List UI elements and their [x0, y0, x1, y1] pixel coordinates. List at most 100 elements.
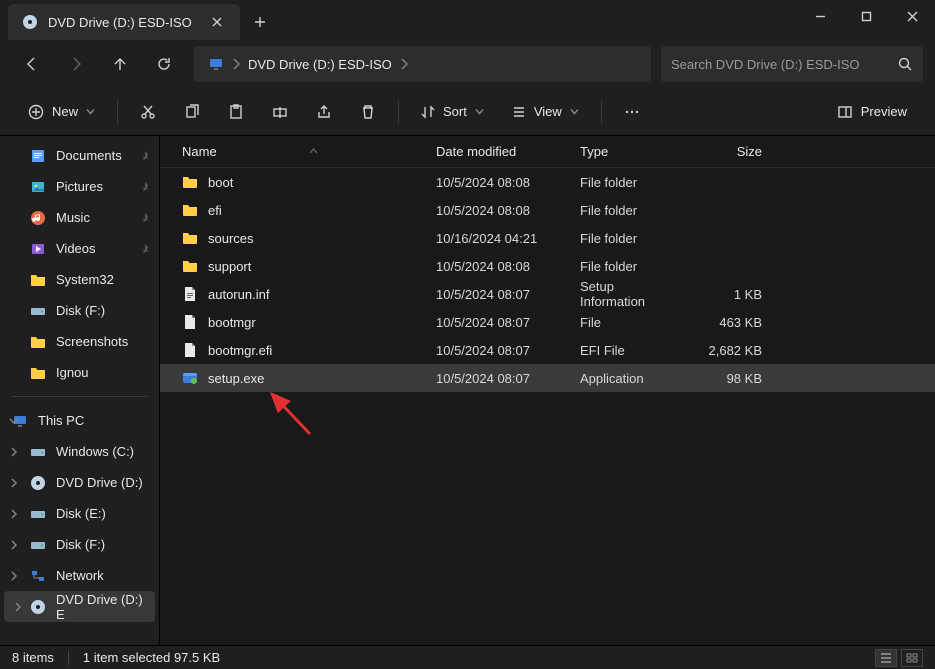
status-selection: 1 item selected 97.5 KB — [83, 650, 220, 665]
file-row[interactable]: bootmgr.efi 10/5/2024 08:07 EFI File 2,6… — [160, 336, 935, 364]
sidebar-item-label: Pictures — [56, 179, 103, 194]
new-tab-button[interactable] — [240, 4, 280, 40]
chevron-down-icon — [8, 415, 20, 427]
sidebar-item-label: Music — [56, 210, 90, 225]
file-name: bootmgr — [208, 315, 256, 330]
chevron-down-icon — [570, 107, 579, 116]
delete-button[interactable] — [348, 94, 388, 130]
preview-button[interactable]: Preview — [825, 94, 919, 130]
view-button[interactable]: View — [500, 94, 591, 130]
status-bar: 8 items 1 item selected 97.5 KB — [0, 645, 935, 669]
details-view-button[interactable] — [875, 649, 897, 667]
pin-icon — [139, 150, 151, 162]
file-row[interactable]: efi 10/5/2024 08:08 File folder — [160, 196, 935, 224]
breadcrumb[interactable]: DVD Drive (D:) ESD-ISO — [194, 46, 651, 82]
file-size: 463 KB — [690, 315, 770, 330]
forward-button[interactable] — [56, 46, 96, 82]
column-name[interactable]: Name — [174, 136, 428, 167]
cut-button[interactable] — [128, 94, 168, 130]
file-row[interactable]: bootmgr 10/5/2024 08:07 File 463 KB — [160, 308, 935, 336]
file-row[interactable]: autorun.inf 10/5/2024 08:07 Setup Inform… — [160, 280, 935, 308]
toolbar: New Sort View Preview — [0, 88, 935, 136]
file-type: File folder — [572, 259, 690, 274]
chevron-right-icon — [8, 539, 20, 551]
sidebar-item-screenshots[interactable]: Screenshots — [0, 326, 159, 357]
file-name: efi — [208, 203, 222, 218]
up-button[interactable] — [100, 46, 140, 82]
folder-icon — [30, 272, 46, 288]
sidebar-selected-drive[interactable]: DVD Drive (D:) E — [4, 591, 155, 622]
sidebar-item-label: Videos — [56, 241, 96, 256]
sidebar-network[interactable]: Network — [0, 560, 159, 591]
sidebar-item-ignou[interactable]: Ignou — [0, 357, 159, 388]
file-date: 10/5/2024 08:08 — [428, 175, 572, 190]
file-row[interactable]: support 10/5/2024 08:08 File folder — [160, 252, 935, 280]
new-button[interactable]: New — [16, 94, 107, 130]
sidebar-item-music[interactable]: Music — [0, 202, 159, 233]
file-size: 1 KB — [690, 287, 770, 302]
sort-icon — [421, 105, 435, 119]
sidebar-drive-diske[interactable]: Disk (E:) — [0, 498, 159, 529]
sidebar-item-diskf[interactable]: Disk (F:) — [0, 295, 159, 326]
sidebar-drive-windowsc[interactable]: Windows (C:) — [0, 436, 159, 467]
titlebar: DVD Drive (D:) ESD-ISO — [0, 0, 935, 40]
sort-button[interactable]: Sort — [409, 94, 496, 130]
sidebar-drive-diskf[interactable]: Disk (F:) — [0, 529, 159, 560]
paste-button[interactable] — [216, 94, 256, 130]
file-name: bootmgr.efi — [208, 343, 272, 358]
plus-circle-icon — [28, 104, 44, 120]
file-row[interactable]: boot 10/5/2024 08:08 File folder — [160, 168, 935, 196]
breadcrumb-location[interactable]: DVD Drive (D:) ESD-ISO — [240, 46, 400, 82]
chevron-right-icon — [12, 601, 24, 613]
column-type[interactable]: Type — [572, 136, 690, 167]
folder-icon — [30, 365, 46, 381]
active-tab[interactable]: DVD Drive (D:) ESD-ISO — [8, 4, 240, 40]
file-name: setup.exe — [208, 371, 264, 386]
sidebar-thispc[interactable]: This PC — [0, 405, 159, 436]
file-row[interactable]: setup.exe 10/5/2024 08:07 Application 98… — [160, 364, 935, 392]
file-type: EFI File — [572, 343, 690, 358]
separator — [117, 100, 118, 124]
copy-button[interactable] — [172, 94, 212, 130]
minimize-button[interactable] — [797, 0, 843, 32]
more-button[interactable] — [612, 94, 652, 130]
trash-icon — [360, 104, 376, 120]
close-tab-button[interactable] — [208, 13, 226, 31]
pic-icon — [30, 179, 46, 195]
breadcrumb-root[interactable] — [200, 46, 232, 82]
video-icon — [30, 241, 46, 257]
sidebar-item-videos[interactable]: Videos — [0, 233, 159, 264]
icons-view-button[interactable] — [901, 649, 923, 667]
folder-icon — [182, 258, 198, 274]
rename-icon — [272, 104, 288, 120]
drive-icon — [30, 506, 46, 522]
share-icon — [316, 104, 332, 120]
sidebar-item-documents[interactable]: Documents — [0, 140, 159, 171]
sidebar-item-pictures[interactable]: Pictures — [0, 171, 159, 202]
rename-button[interactable] — [260, 94, 300, 130]
file-list[interactable]: Name Date modified Type Size boot 10/5/2… — [160, 136, 935, 645]
disc-icon — [22, 14, 38, 30]
refresh-button[interactable] — [144, 46, 184, 82]
file-date: 10/5/2024 08:07 — [428, 343, 572, 358]
sidebar-item-system32[interactable]: System32 — [0, 264, 159, 295]
chevron-right-icon[interactable] — [400, 58, 408, 70]
file-ini-icon — [182, 286, 198, 302]
maximize-button[interactable] — [843, 0, 889, 32]
chevron-down-icon — [475, 107, 484, 116]
sidebar[interactable]: Documents Pictures Music Videos System32… — [0, 136, 160, 645]
sort-asc-icon — [309, 147, 318, 156]
share-button[interactable] — [304, 94, 344, 130]
search-input[interactable]: Search DVD Drive (D:) ESD-ISO — [661, 46, 923, 82]
file-row[interactable]: sources 10/16/2024 04:21 File folder — [160, 224, 935, 252]
file-name: boot — [208, 175, 233, 190]
drive-icon — [30, 537, 46, 553]
drive-icon — [30, 303, 46, 319]
sidebar-drive-dvddrived[interactable]: DVD Drive (D:) — [0, 467, 159, 498]
file-date: 10/5/2024 08:07 — [428, 371, 572, 386]
column-size[interactable]: Size — [690, 136, 770, 167]
file-date: 10/5/2024 08:08 — [428, 203, 572, 218]
close-window-button[interactable] — [889, 0, 935, 32]
column-date[interactable]: Date modified — [428, 136, 572, 167]
back-button[interactable] — [12, 46, 52, 82]
